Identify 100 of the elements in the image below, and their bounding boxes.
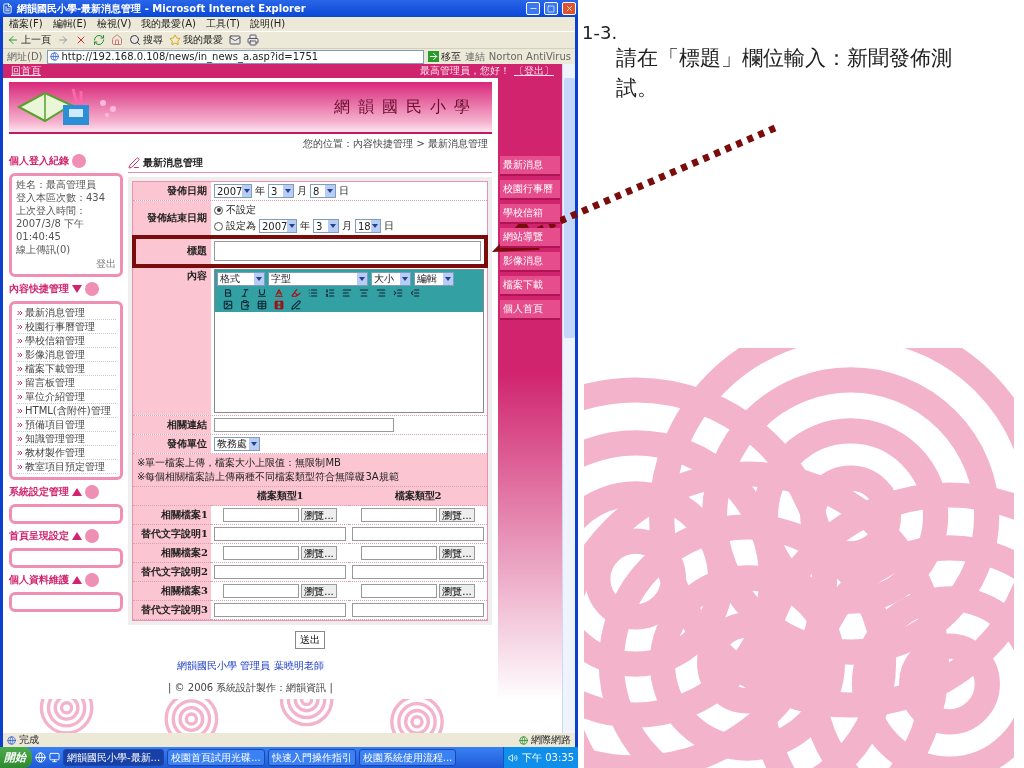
alt-text-field[interactable] — [214, 527, 346, 541]
browse-button[interactable]: 瀏覽... — [301, 508, 337, 522]
sidebar-item[interactable]: 知識管理管理 — [25, 433, 85, 445]
nav-item[interactable]: 網站導覽 — [500, 228, 560, 248]
file-field[interactable] — [361, 508, 438, 522]
menu-item[interactable]: 檢視(V) — [96, 17, 132, 31]
search-button[interactable]: 搜尋 — [129, 33, 163, 47]
alt-text-field[interactable] — [214, 565, 346, 579]
section-title[interactable]: 系統設定管理 — [9, 485, 69, 499]
section-title[interactable]: 首頁呈現設定 — [9, 529, 69, 543]
file-field[interactable] — [223, 546, 300, 560]
menu-item[interactable]: 我的最愛(A) — [141, 17, 196, 31]
refresh-icon[interactable] — [93, 34, 105, 46]
nav-item[interactable]: 個人首頁 — [500, 300, 560, 320]
back-icon[interactable] — [7, 34, 19, 46]
align-right-icon[interactable] — [376, 288, 386, 298]
underline-icon[interactable] — [257, 288, 267, 298]
menu-item[interactable]: 工具(T) — [206, 17, 240, 31]
date-dropdown[interactable]: 8 — [310, 184, 336, 198]
nav-item[interactable]: 校園行事曆 — [500, 180, 560, 200]
stop-icon[interactable] — [75, 34, 87, 46]
favorites-button[interactable]: 我的最愛 — [169, 33, 223, 47]
sidebar-item[interactable]: 教室項目預定管理 — [25, 461, 105, 473]
alt-text-field[interactable] — [352, 603, 484, 617]
browse-button[interactable]: 瀏覽... — [439, 508, 475, 522]
home-link[interactable]: 回首頁 — [11, 64, 41, 78]
nav-item[interactable]: 最新消息 — [500, 156, 560, 176]
outdent-icon[interactable] — [410, 288, 420, 298]
table-icon[interactable] — [257, 300, 267, 310]
logout-link[interactable]: 〔登出〕 — [514, 64, 554, 78]
file-field[interactable] — [223, 508, 300, 522]
format-dropdown[interactable]: 大小 — [371, 272, 411, 286]
link-field[interactable] — [214, 418, 394, 432]
sidebar-item[interactable]: 學校信箱管理 — [25, 335, 85, 347]
file-field[interactable] — [361, 584, 438, 598]
italic-icon[interactable] — [240, 288, 250, 298]
rich-text-editor[interactable]: 格式 字型 大小 編輯 — [214, 269, 484, 413]
home-icon[interactable] — [111, 34, 123, 46]
radio-button[interactable] — [214, 205, 223, 215]
credit-link[interactable]: 網韻國民小學 管理員 葉曉明老師 — [177, 659, 324, 673]
taskbar-button[interactable]: 校園首頁試用光碟... — [167, 749, 265, 766]
browse-button[interactable]: 瀏覽... — [301, 546, 337, 560]
image-icon[interactable] — [223, 300, 233, 310]
antivirus-label[interactable]: Norton AntiVirus — [488, 51, 571, 62]
section-title[interactable]: 個人資料維護 — [9, 573, 69, 587]
sidebar-item[interactable]: 檔案下載管理 — [25, 363, 85, 375]
paste-icon[interactable] — [240, 300, 250, 310]
unit-dropdown[interactable]: 教務處 — [214, 437, 260, 451]
sidebar-item[interactable]: 教材製作管理 — [25, 447, 85, 459]
nav-item[interactable]: 影像消息 — [500, 252, 560, 272]
taskbar-button[interactable]: 快速入門操作指引 — [267, 749, 356, 766]
bullet-list-icon[interactable] — [308, 288, 318, 298]
bold-icon[interactable] — [223, 288, 233, 298]
highlight-icon[interactable] — [291, 288, 301, 298]
submit-button[interactable]: 送出 — [295, 631, 325, 649]
date-dropdown[interactable]: 3 — [268, 184, 294, 198]
sidebar-item[interactable]: 單位介紹管理 — [25, 391, 85, 403]
alt-text-field[interactable] — [352, 527, 484, 541]
links-label[interactable]: 連結 — [464, 49, 485, 64]
logout-link[interactable]: 登出 — [96, 257, 116, 271]
volume-icon[interactable] — [508, 752, 518, 763]
sidebar-item[interactable]: HTML(含附件)管理 — [25, 405, 111, 417]
radio-button[interactable] — [214, 221, 223, 231]
go-button[interactable]: 移至 — [427, 49, 461, 64]
date-dropdown[interactable]: 3 — [313, 219, 339, 233]
align-left-icon[interactable] — [342, 288, 352, 298]
alt-text-field[interactable] — [352, 565, 484, 579]
file-field[interactable] — [223, 584, 300, 598]
menu-item[interactable]: 檔案(F) — [9, 17, 43, 31]
desktop-icon[interactable] — [49, 752, 60, 763]
sidebar-item[interactable]: 預備項目管理 — [25, 419, 85, 431]
date-dropdown[interactable]: 2007 — [259, 219, 297, 233]
media-icon[interactable] — [274, 300, 284, 310]
section-title[interactable]: 內容快捷管理 — [9, 282, 69, 296]
file-field[interactable] — [361, 546, 438, 560]
taskbar-button[interactable]: 校園系統使用流程... — [358, 749, 457, 766]
sidebar-item[interactable]: 影像消息管理 — [25, 349, 85, 361]
alt-text-field[interactable] — [214, 603, 346, 617]
print-icon[interactable] — [247, 34, 259, 46]
align-center-icon[interactable] — [359, 288, 369, 298]
star-icon[interactable] — [169, 34, 181, 46]
taskbar-button[interactable]: 網韻國民小學-最新... — [63, 749, 165, 766]
format-dropdown[interactable]: 編輯 — [414, 272, 454, 286]
browse-button[interactable]: 瀏覽... — [301, 584, 337, 598]
address-field[interactable]: http://192.168.0.108/news/in_news_a.asp?id=1751 — [46, 49, 424, 64]
format-dropdown[interactable]: 格式 — [217, 272, 265, 286]
scrollbar[interactable] — [562, 64, 575, 733]
sidebar-item[interactable]: 校園行事曆管理 — [25, 321, 95, 333]
browse-button[interactable]: 瀏覽... — [439, 546, 475, 560]
sidebar-item[interactable]: 最新消息管理 — [25, 307, 85, 319]
date-dropdown[interactable]: 18 — [355, 219, 381, 233]
numbered-list-icon[interactable] — [325, 288, 335, 298]
menu-item[interactable]: 編輯(E) — [52, 17, 87, 31]
format-dropdown[interactable]: 字型 — [268, 272, 368, 286]
pen-icon[interactable] — [291, 300, 301, 310]
sidebar-item[interactable]: 留言板管理 — [25, 377, 75, 389]
back-button[interactable]: 上一頁 — [7, 33, 51, 47]
search-icon[interactable] — [129, 34, 141, 46]
mail-icon[interactable] — [229, 34, 241, 46]
title-field[interactable] — [214, 241, 481, 261]
